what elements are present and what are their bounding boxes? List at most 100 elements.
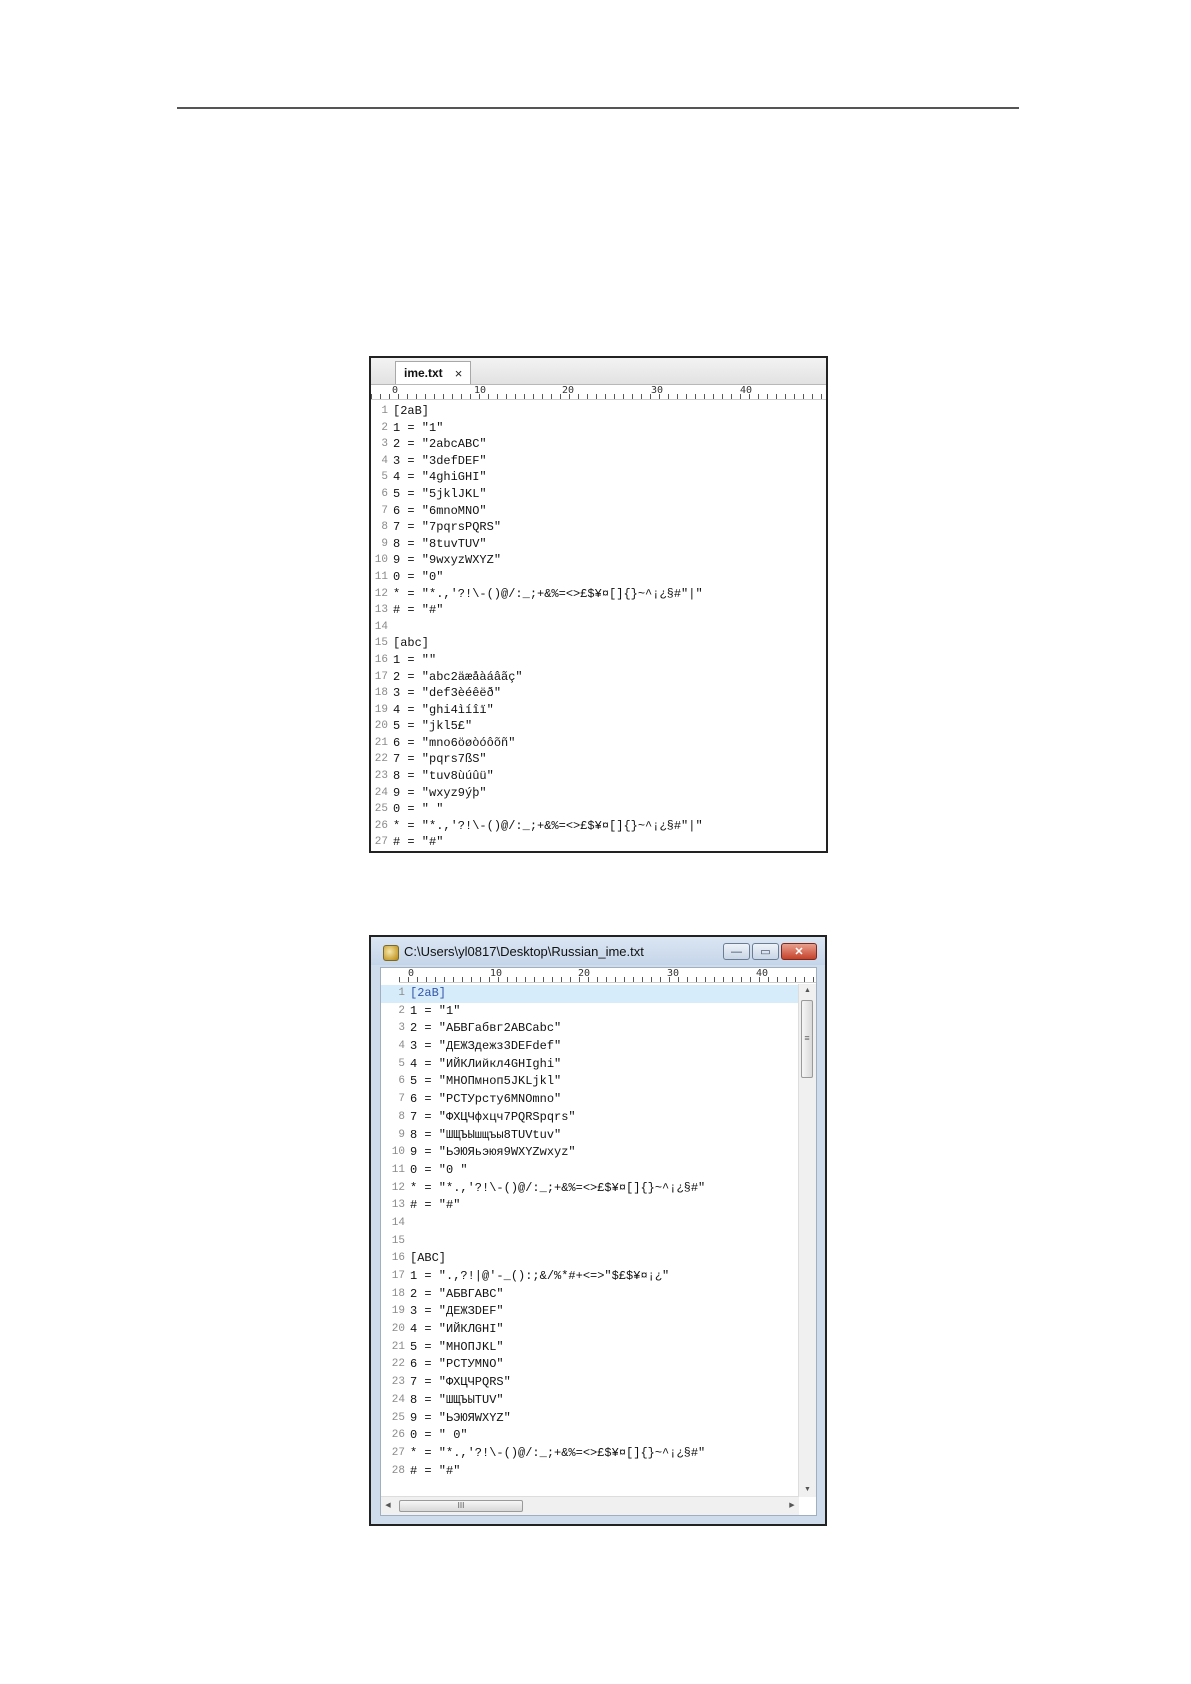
ruler: 0 10 20 30 40 xyxy=(399,968,816,983)
grip-icon: ≡ xyxy=(804,1033,810,1043)
code-line: 15 [abc] xyxy=(371,635,826,652)
text-area[interactable]: 1 [2aB] 2 1 = "1" 3 2 = "АБВГабвг2ABCabc" 4 3 =… xyxy=(381,983,816,1480)
line-number: 4 xyxy=(398,1040,405,1053)
line-text: [abc] xyxy=(393,636,430,651)
close-button[interactable]: ✕ xyxy=(781,943,817,960)
line-number: 27 xyxy=(374,836,388,849)
code-line: 3 2 = "2abcABC" xyxy=(371,436,826,453)
line-text: [2aB] xyxy=(393,404,430,418)
vertical-scroll-thumb[interactable]: ≡ xyxy=(801,1000,813,1078)
line-text: 8 = "ШЩЪЫшщъы8TUVtuv" xyxy=(410,1127,562,1142)
line-number: 12 xyxy=(374,587,388,600)
tab-title: ime.txt xyxy=(404,366,443,380)
line-number: 26 xyxy=(374,819,388,832)
app-icon xyxy=(383,945,399,961)
line-number: 21 xyxy=(374,736,388,749)
line-number: 25 xyxy=(391,1411,405,1424)
code-line: 22 6 = "РСТУMNO" xyxy=(381,1356,816,1374)
line-text: * = "*.,'?!\-()@/:_;+&%=<>£$¥¤[]{}~^¡¿§#… xyxy=(393,586,703,601)
line-text: 0 = "0" xyxy=(393,569,444,584)
window-controls: — ▭ ✕ xyxy=(723,943,817,960)
line-text: 1 = ".,?!|@'-_():;&/%*#+<=>"$£$¥¤¡¿" xyxy=(410,1269,670,1283)
line-number: 8 xyxy=(398,1110,405,1123)
line-number: 19 xyxy=(391,1305,405,1318)
horizontal-scrollbar[interactable]: ◀ III ▶ xyxy=(381,1496,799,1515)
line-text: # = "#" xyxy=(410,1198,461,1213)
close-icon[interactable]: × xyxy=(455,367,463,380)
line-text: 9 = "ЬЭЮЯьэюя9WXYZwxyz" xyxy=(410,1145,576,1160)
code-line: 2 1 = "1" xyxy=(371,420,826,437)
line-text: 0 = "0 " xyxy=(410,1162,468,1177)
scroll-left-arrow-icon[interactable]: ◀ xyxy=(381,1497,395,1515)
text-area[interactable]: 1 [2aB] 2 1 = "1" 3 2 = "2abcABC" 4 3 = "3defDE… xyxy=(371,400,826,851)
line-text: 8 = "tuv8ùúûü" xyxy=(393,769,494,784)
line-number: 2 xyxy=(398,1004,405,1017)
editor-client-area: 0 10 20 30 40 1 [2aB] 2 1 = "1" 3 2 = "АБВГаб… xyxy=(380,967,817,1516)
code-line: 19 3 = "ДЕЖЗDEF" xyxy=(381,1303,816,1321)
code-line: 7 6 = "РСТУрсту6MNOmno" xyxy=(381,1091,816,1109)
code-line: 17 1 = ".,?!|@'-_():;&/%*#+<=>"$£$¥¤¡¿" xyxy=(381,1268,816,1286)
minimize-button[interactable]: — xyxy=(723,943,750,960)
line-number: 15 xyxy=(391,1234,405,1247)
code-line: 17 2 = "abc2äæåàáâãç" xyxy=(371,669,826,686)
line-text: 4 = "ghi4ìíîï" xyxy=(393,702,494,717)
horizontal-scroll-thumb[interactable]: III xyxy=(399,1500,523,1512)
line-text: 2 = "abc2äæåàáâãç" xyxy=(393,669,523,684)
code-line: 14 xyxy=(371,619,826,636)
line-number: 17 xyxy=(374,670,388,683)
line-number: 24 xyxy=(391,1393,405,1406)
line-number: 8 xyxy=(381,521,388,534)
line-text: # = "#" xyxy=(393,603,444,618)
scroll-up-arrow-icon[interactable]: ▲ xyxy=(799,984,816,998)
line-text: 4 = "4ghiGHI" xyxy=(393,470,487,485)
line-number: 7 xyxy=(398,1093,405,1106)
code-line: 9 8 = "8tuvTUV" xyxy=(371,536,826,553)
scroll-down-arrow-icon[interactable]: ▼ xyxy=(799,1483,816,1497)
line-number: 23 xyxy=(391,1376,405,1389)
scroll-right-arrow-icon[interactable]: ▶ xyxy=(785,1497,799,1515)
line-number: 16 xyxy=(374,653,388,666)
code-line: 16 [ABC] xyxy=(381,1250,816,1268)
vertical-scrollbar[interactable]: ▲ ≡ ▼ xyxy=(798,984,816,1497)
code-line: 12 * = "*.,'?!\-()@/:_;+&%=<>£$¥¤[]{}~^¡¿… xyxy=(371,586,826,603)
tab-bar: ime.txt × xyxy=(371,358,826,385)
ruler-ticks xyxy=(399,977,816,982)
code-line: 18 3 = "def3èéêëð" xyxy=(371,685,826,702)
line-number: 23 xyxy=(374,770,388,783)
code-line: 10 9 = "ЬЭЮЯьэюя9WXYZwxyz" xyxy=(381,1144,816,1162)
code-line: 21 5 = "МНОПJKL" xyxy=(381,1339,816,1357)
page-header-rule xyxy=(177,107,1019,109)
line-number: 2 xyxy=(381,421,388,434)
line-number: 24 xyxy=(374,786,388,799)
line-text: 8 = "ШЩЪЫTUV" xyxy=(410,1392,504,1407)
code-line: 20 5 = "jkl5£" xyxy=(371,718,826,735)
line-number: 28 xyxy=(391,1464,405,1477)
code-line: 23 8 = "tuv8ùúûü" xyxy=(371,768,826,785)
line-text: 7 = "pqrs7ßS" xyxy=(393,752,487,767)
line-number: 5 xyxy=(381,471,388,484)
line-text: 6 = "mno6öøòóôõñ" xyxy=(393,735,516,750)
code-line: 8 7 = "ФХЦЧфхцч7PQRSpqrs" xyxy=(381,1109,816,1127)
line-text: 5 = "МНОПмноп5JKLjkl" xyxy=(410,1074,562,1089)
line-number: 20 xyxy=(391,1323,405,1336)
line-text: 3 = "def3èéêëð" xyxy=(393,686,502,701)
code-line: 7 6 = "6mnoMNO" xyxy=(371,503,826,520)
maximize-button[interactable]: ▭ xyxy=(752,943,779,960)
code-line: 14 xyxy=(381,1215,816,1233)
line-text: * = "*.,'?!\-()@/:_;+&%=<>£$¥¤[]{}~^¡¿§#… xyxy=(410,1445,706,1460)
line-text: 9 = "wxyz9ýþ" xyxy=(393,785,487,800)
line-number: 14 xyxy=(391,1216,405,1229)
line-text: 1 = "1" xyxy=(393,420,444,435)
line-text: 1 = "" xyxy=(393,652,437,667)
line-number: 25 xyxy=(374,803,388,816)
window-title: C:\Users\yl0817\Desktop\Russian_ime.txt xyxy=(404,944,644,959)
code-line: 8 7 = "7pqrsPQRS" xyxy=(371,519,826,536)
line-number: 19 xyxy=(374,703,388,716)
ruler: 0 10 20 30 40 xyxy=(371,385,826,400)
code-line: 28 # = "#" xyxy=(381,1463,816,1481)
line-text: 8 = "8tuvTUV" xyxy=(393,536,487,551)
line-number: 5 xyxy=(398,1057,405,1070)
line-text: 4 = "ИЙКЛGHI" xyxy=(410,1322,504,1337)
title-bar[interactable]: C:\Users\yl0817\Desktop\Russian_ime.txt … xyxy=(371,937,825,965)
tab-ime-txt[interactable]: ime.txt × xyxy=(395,361,471,384)
